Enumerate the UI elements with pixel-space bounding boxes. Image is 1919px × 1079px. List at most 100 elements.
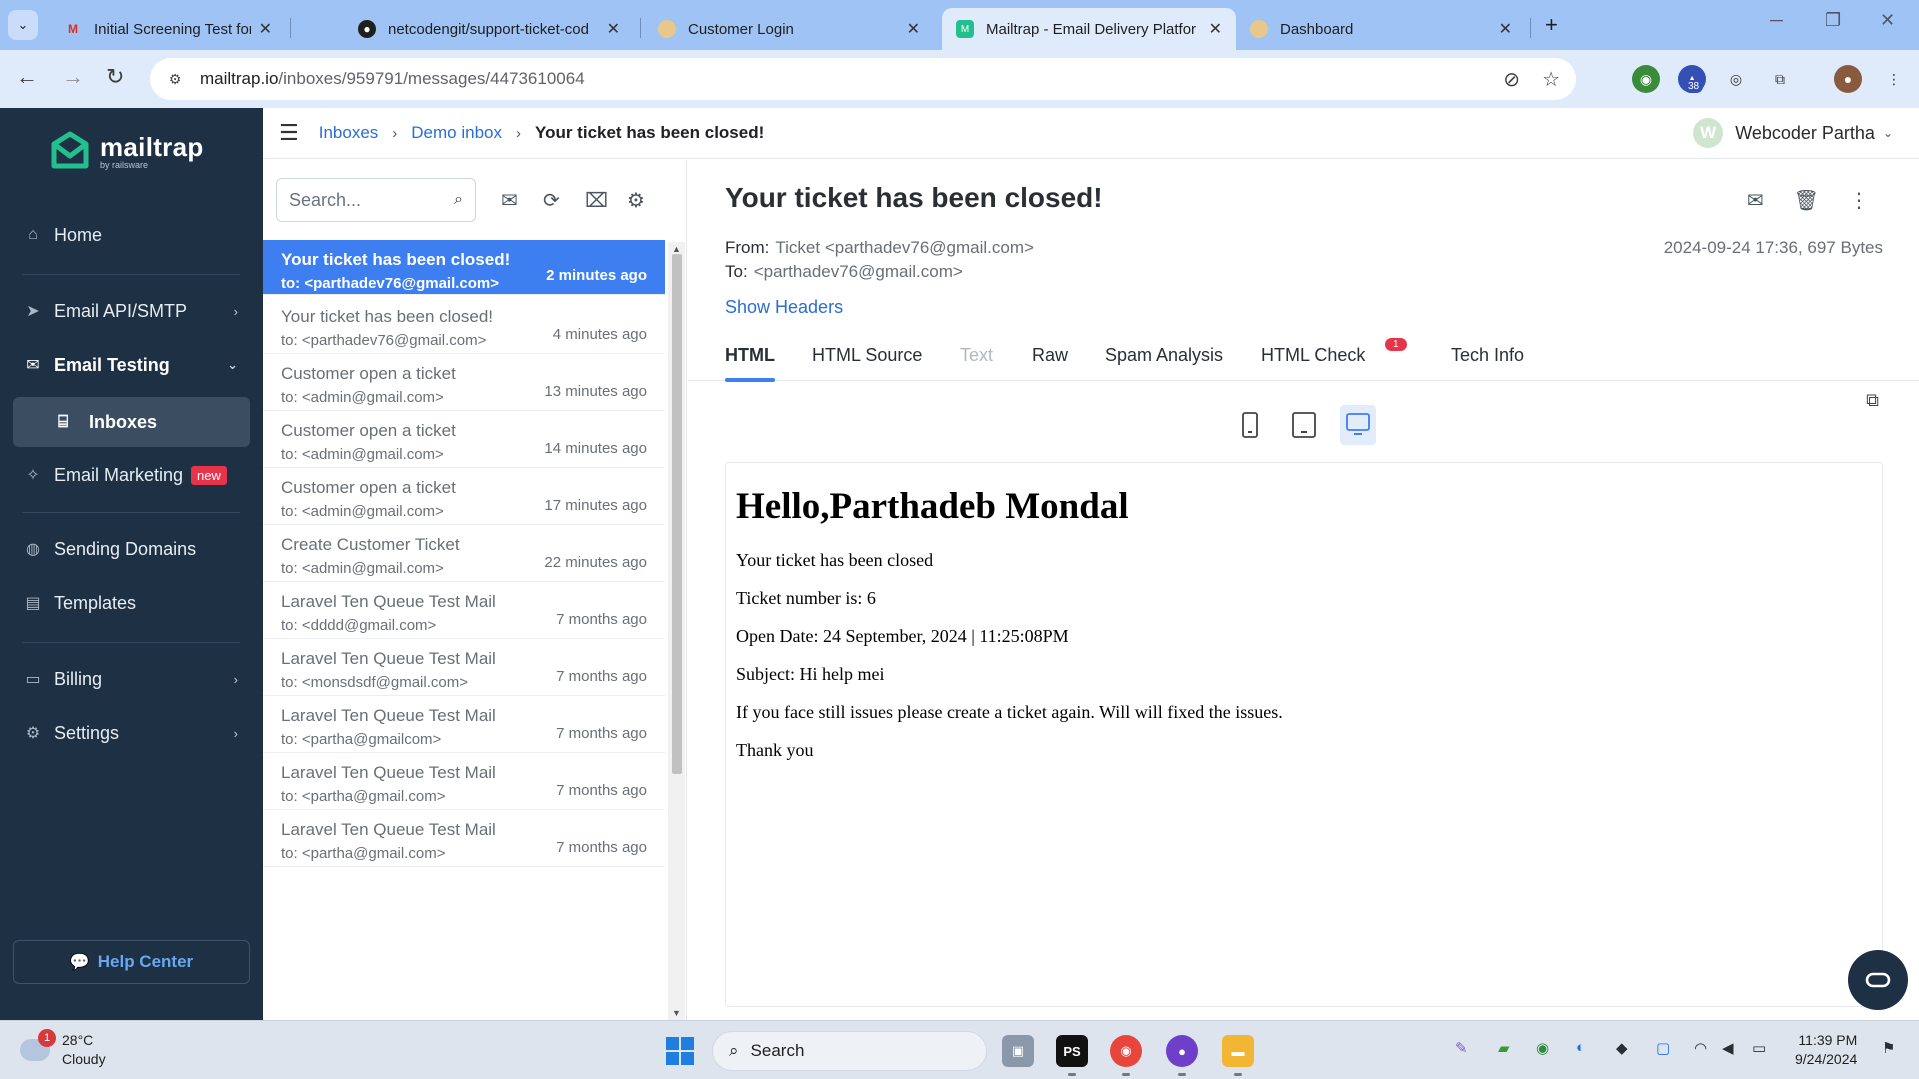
restore-icon[interactable]: ❐ bbox=[1825, 10, 1841, 31]
list-item[interactable]: Your ticket has been closed! to: <parthad… bbox=[263, 297, 665, 354]
feather-tray-icon[interactable]: ✎ bbox=[1455, 1039, 1468, 1057]
refresh-icon[interactable]: ⟳ bbox=[543, 188, 560, 213]
profile-avatar[interactable]: ● bbox=[1834, 65, 1862, 93]
message-time: 7 months ago bbox=[556, 668, 647, 685]
volume-icon[interactable]: ◀ bbox=[1722, 1039, 1734, 1057]
running-indicator bbox=[1234, 1073, 1242, 1076]
site-info-icon[interactable]: ⚙ bbox=[164, 68, 186, 90]
browser-tab-dashboard[interactable]: Dashboard ✕ bbox=[1236, 8, 1526, 50]
user-menu[interactable]: W Webcoder Partha ⌄ bbox=[1693, 118, 1893, 148]
list-item[interactable]: Laravel Ten Queue Test Mail to: <partha@g… bbox=[263, 810, 665, 867]
tab-search-icon[interactable]: ⌄ bbox=[8, 10, 38, 40]
new-tab-icon[interactable]: + bbox=[1545, 12, 1558, 38]
scroll-up-icon[interactable]: ▲ bbox=[672, 244, 681, 254]
address-bar[interactable]: ⚙ mailtrap.io/inboxes/959791/messages/44… bbox=[150, 58, 1576, 100]
nav-email-testing[interactable]: ✉ Email Testing ⌄ bbox=[22, 346, 248, 384]
nav-settings[interactable]: ⚙ Settings › bbox=[22, 714, 248, 752]
tab-html-source[interactable]: HTML Source bbox=[812, 330, 922, 381]
tab-spam-analysis[interactable]: Spam Analysis bbox=[1105, 330, 1223, 381]
chat-widget-button[interactable] bbox=[1848, 950, 1908, 1010]
search-icon[interactable]: ⌕ bbox=[454, 191, 463, 209]
menu-icon[interactable]: ☰ bbox=[279, 120, 299, 146]
battery-icon[interactable]: ▭ bbox=[1752, 1039, 1766, 1057]
file-explorer-icon[interactable]: ▬ bbox=[1222, 1035, 1254, 1067]
list-item[interactable]: Customer open a ticket to: <admin@gmail.c… bbox=[263, 411, 665, 468]
list-item[interactable]: Customer open a ticket to: <admin@gmail.c… bbox=[263, 468, 665, 525]
search-icon: ⌕ bbox=[729, 1041, 739, 1060]
windows-start-icon[interactable] bbox=[666, 1037, 694, 1065]
browser-tab-gmail[interactable]: M Initial Screening Test for "Midle ✕ bbox=[50, 8, 286, 50]
list-item[interactable]: Laravel Ten Queue Test Mail to: <dddd@gma… bbox=[263, 582, 665, 639]
extensions-puzzle-icon[interactable]: ⧉ bbox=[1766, 65, 1794, 93]
eye-off-icon[interactable]: ⊘ bbox=[1503, 67, 1520, 92]
nav-email-api[interactable]: ➤ Email API/SMTP › bbox=[22, 292, 248, 330]
extension-globe-icon[interactable]: ◉ bbox=[1632, 65, 1660, 93]
list-item[interactable]: Laravel Ten Queue Test Mail to: <partha@g… bbox=[263, 696, 665, 753]
tab-html[interactable]: HTML bbox=[725, 330, 775, 382]
close-icon[interactable]: ✕ bbox=[1499, 19, 1512, 39]
edge-tray-icon[interactable]: ◐ bbox=[1576, 1039, 1585, 1056]
scroll-down-icon[interactable]: ▼ bbox=[672, 1008, 681, 1018]
app-tray-icon[interactable]: ◆ bbox=[1616, 1039, 1628, 1057]
weather-widget[interactable]: 1 28°C Cloudy bbox=[20, 1029, 106, 1069]
taskbar-search[interactable]: ⌕ Search bbox=[712, 1031, 987, 1071]
close-icon[interactable]: ✕ bbox=[607, 19, 620, 39]
tablet-view-icon[interactable] bbox=[1286, 405, 1322, 445]
list-item[interactable]: Your ticket has been closed! to: <parthad… bbox=[263, 240, 665, 295]
chrome-icon[interactable]: ◉ bbox=[1110, 1035, 1142, 1067]
tab-tech-info[interactable]: Tech Info bbox=[1451, 330, 1524, 381]
wifi-icon[interactable]: ◠ bbox=[1694, 1039, 1707, 1057]
notifications-icon[interactable]: ⚑ bbox=[1882, 1039, 1895, 1057]
show-headers-link[interactable]: Show Headers bbox=[725, 297, 843, 318]
trash-icon[interactable]: 🗑 bbox=[1794, 188, 1819, 213]
close-icon[interactable]: ✕ bbox=[1209, 19, 1222, 39]
github-desktop-icon[interactable]: ● bbox=[1166, 1035, 1198, 1067]
nav-templates[interactable]: ▤ Templates bbox=[22, 584, 248, 622]
nvidia-tray-icon[interactable]: ▰ bbox=[1498, 1039, 1510, 1057]
phpstorm-icon[interactable]: PS bbox=[1056, 1035, 1088, 1067]
list-item[interactable]: Customer open a ticket to: <admin@gmail.c… bbox=[263, 354, 665, 411]
nav-email-marketing[interactable]: ✧ Email Marketing new bbox=[22, 456, 248, 494]
window-close-icon[interactable]: ✕ bbox=[1880, 10, 1895, 31]
list-item[interactable]: Laravel Ten Queue Test Mail to: <monsdsdf… bbox=[263, 639, 665, 696]
browser-tab-github[interactable]: ● netcodengit/support-ticket-cod ✕ bbox=[344, 8, 634, 50]
search-input[interactable]: Search... ⌕ bbox=[276, 178, 476, 222]
minimize-icon[interactable]: ─ bbox=[1770, 10, 1783, 31]
close-icon[interactable]: ✕ bbox=[907, 19, 920, 39]
nav-sending-domains[interactable]: ◍ Sending Domains bbox=[22, 530, 248, 568]
more-icon[interactable]: ⋮ bbox=[1849, 188, 1869, 213]
tab-html-check[interactable]: HTML Check bbox=[1261, 330, 1365, 381]
list-item[interactable]: Laravel Ten Queue Test Mail to: <partha@g… bbox=[263, 753, 665, 810]
breadcrumb-demo-inbox[interactable]: Demo inbox bbox=[411, 123, 502, 143]
reload-icon[interactable]: ↻ bbox=[106, 64, 124, 90]
box-tray-icon[interactable]: ▢ bbox=[1656, 1039, 1670, 1057]
clear-inbox-icon[interactable]: ⌧ bbox=[585, 188, 608, 213]
mark-read-icon[interactable]: ✉ bbox=[501, 188, 518, 213]
chat-widget-icon bbox=[1865, 972, 1891, 988]
extension-sync-icon[interactable]: ◎ bbox=[1722, 65, 1750, 93]
task-view-icon[interactable]: ▣ bbox=[1002, 1035, 1034, 1067]
scrollbar-thumb[interactable] bbox=[672, 254, 682, 774]
list-item[interactable]: Create Customer Ticket to: <admin@gmail.c… bbox=[263, 525, 665, 582]
mailtrap-logo[interactable]: mailtrap by railsware bbox=[48, 130, 204, 174]
bookmark-star-icon[interactable]: ☆ bbox=[1542, 67, 1560, 92]
back-icon[interactable]: ← bbox=[16, 64, 38, 90]
close-icon[interactable]: ✕ bbox=[259, 19, 272, 39]
desktop-view-icon[interactable] bbox=[1339, 405, 1376, 445]
inbox-settings-icon[interactable]: ⚙ bbox=[627, 188, 645, 213]
message-list-scrollbar[interactable]: ▲ ▼ bbox=[668, 242, 685, 1020]
forward-icon[interactable]: → bbox=[62, 64, 84, 90]
nav-inboxes[interactable]: ⌸ Inboxes bbox=[13, 397, 250, 447]
mobile-view-icon[interactable] bbox=[1232, 405, 1268, 445]
forward-mail-icon[interactable]: ✉ bbox=[1747, 188, 1764, 213]
breadcrumb-inboxes[interactable]: Inboxes bbox=[319, 123, 379, 143]
nav-home[interactable]: ⌂ Home bbox=[22, 216, 248, 254]
nav-billing[interactable]: ▭ Billing › bbox=[22, 660, 248, 698]
system-clock[interactable]: 11:39 PM 9/24/2024 bbox=[1795, 1031, 1857, 1069]
browser-tab-mailtrap[interactable]: M Mailtrap - Email Delivery Platfor ✕ bbox=[942, 8, 1236, 50]
browser-menu-icon[interactable]: ⋮ bbox=[1880, 65, 1908, 93]
globe-tray-icon[interactable]: ◉ bbox=[1536, 1039, 1549, 1057]
browser-tab-customer-login[interactable]: Customer Login ✕ bbox=[644, 8, 934, 50]
tab-raw[interactable]: Raw bbox=[1032, 330, 1068, 381]
help-center-button[interactable]: 💬 Help Center bbox=[13, 940, 250, 984]
